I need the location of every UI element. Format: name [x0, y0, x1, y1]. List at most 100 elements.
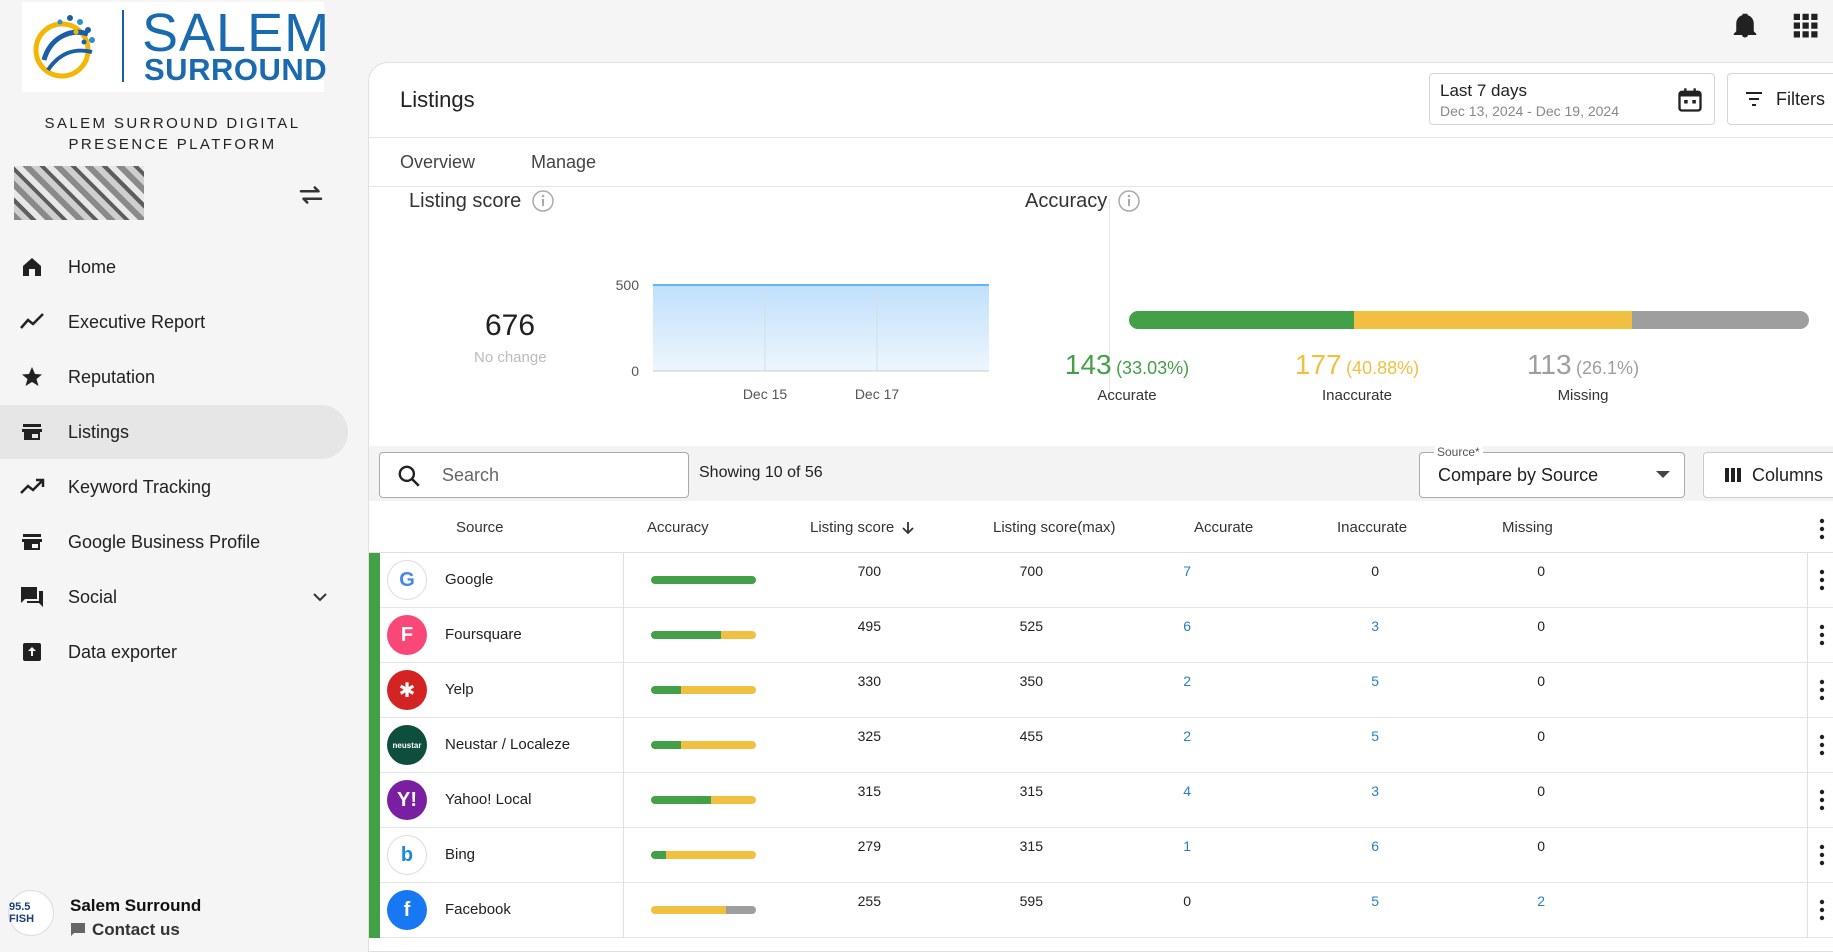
- contact-us-link[interactable]: Contact us: [70, 920, 201, 940]
- row-status-bar: [369, 608, 380, 663]
- listing-score-cell: 255: [857, 893, 881, 909]
- table-row[interactable]: Y! Yahoo! Local 315 315 4 3 0: [369, 773, 1833, 828]
- inaccurate-cell[interactable]: 5: [1329, 673, 1379, 689]
- table-row[interactable]: F Foursquare 495 525 6 3 0: [369, 608, 1833, 663]
- chart-area: [653, 285, 989, 371]
- source-name[interactable]: Yelp: [445, 681, 474, 698]
- column-header-accurate[interactable]: Accurate: [1194, 519, 1253, 536]
- source-name[interactable]: Foursquare: [445, 626, 522, 643]
- accuracy-missing-segment: [725, 906, 756, 914]
- star-icon: [18, 363, 46, 391]
- source-select[interactable]: Source* Compare by Source: [1419, 445, 1685, 498]
- inaccurate-cell[interactable]: 5: [1329, 893, 1379, 909]
- notification-bell-icon[interactable]: [1730, 10, 1760, 40]
- accuracy-stat-accurate: 143 (33.03%) Accurate: [1007, 349, 1247, 404]
- table-row[interactable]: f Facebook 255 595 0 5 2: [369, 883, 1833, 938]
- search-input[interactable]: [442, 465, 672, 486]
- source-name[interactable]: Google: [445, 571, 493, 588]
- column-header-missing[interactable]: Missing: [1502, 519, 1553, 536]
- table-row[interactable]: neustar Neustar / Localeze 325 455 2 5 0: [369, 718, 1833, 773]
- inaccurate-cell[interactable]: 5: [1329, 728, 1379, 744]
- showing-count: Showing 10 of 56: [699, 464, 823, 481]
- sidebar-item-reputation[interactable]: Reputation: [0, 350, 348, 404]
- filters-button[interactable]: Filters: [1727, 73, 1833, 125]
- accuracy-segment-inaccurate: [1353, 311, 1632, 329]
- sidebar-item-label: Social: [68, 586, 118, 607]
- row-more-icon[interactable]: [1819, 624, 1825, 646]
- accurate-cell[interactable]: 2: [1141, 728, 1191, 744]
- row-more-icon[interactable]: [1819, 789, 1825, 811]
- more-vert-icon[interactable]: [1819, 518, 1825, 540]
- table-row[interactable]: G Google 700 700 7 0 0: [369, 553, 1833, 608]
- sidebar-item-label: Home: [68, 256, 117, 277]
- missing-cell: 0: [1537, 728, 1545, 744]
- accurate-cell[interactable]: 7: [1141, 563, 1191, 579]
- missing-cell: 0: [1537, 838, 1545, 854]
- row-more-icon[interactable]: [1819, 844, 1825, 866]
- info-icon[interactable]: [1117, 189, 1141, 213]
- row-more-icon[interactable]: [1819, 679, 1825, 701]
- sidebar-item-listings[interactable]: Listings: [0, 405, 348, 459]
- source-logo-icon: Y!: [387, 780, 427, 820]
- accurate-cell: 0: [1183, 893, 1191, 909]
- chevron-down-icon[interactable]: [310, 587, 330, 607]
- globe-logo-icon: [33, 15, 95, 79]
- filters-label: Filters: [1776, 88, 1825, 109]
- accuracy-segment-missing: [1631, 311, 1809, 329]
- inaccurate-cell[interactable]: 3: [1329, 618, 1379, 634]
- row-more-icon[interactable]: [1819, 899, 1825, 921]
- accuracy-title: Accuracy: [1025, 189, 1141, 213]
- brand-logo[interactable]: SALEM SURROUND: [22, 2, 329, 92]
- calendar-icon: [1678, 88, 1702, 112]
- source-name[interactable]: Bing: [445, 846, 475, 863]
- inaccurate-count: 177: [1294, 349, 1342, 380]
- row-status-bar: [369, 828, 380, 883]
- sidebar-item-home[interactable]: Home: [0, 240, 348, 294]
- station-logo: 95.5 FISH: [8, 890, 54, 936]
- accurate-cell[interactable]: 2: [1141, 673, 1191, 689]
- sidebar-item-google-business-profile[interactable]: Google Business Profile: [0, 515, 348, 569]
- column-header-source[interactable]: Source: [456, 519, 504, 536]
- sidebar-item-data-exporter[interactable]: Data exporter: [0, 625, 348, 679]
- info-icon[interactable]: [531, 189, 555, 213]
- tab-overview[interactable]: Overview: [400, 152, 475, 173]
- inaccurate-cell[interactable]: 3: [1329, 783, 1379, 799]
- column-header-accuracy[interactable]: Accuracy: [647, 519, 709, 536]
- accurate-cell[interactable]: 1: [1141, 838, 1191, 854]
- sidebar-item-keyword-tracking[interactable]: Keyword Tracking: [0, 460, 348, 514]
- column-divider: [623, 553, 624, 608]
- date-range-value: Dec 13, 2024 - Dec 19, 2024: [1440, 103, 1620, 119]
- source-logo-icon: neustar: [387, 725, 427, 765]
- date-range-picker[interactable]: Last 7 days Dec 13, 2024 - Dec 19, 2024: [1429, 73, 1715, 125]
- inaccurate-label: Inaccurate: [1321, 387, 1393, 404]
- column-divider: [1807, 828, 1808, 883]
- columns-button[interactable]: Columns: [1703, 452, 1833, 498]
- search-box[interactable]: [379, 452, 689, 498]
- column-header-listing-score-max[interactable]: Listing score(max): [993, 519, 1116, 536]
- listing-score-cell: 330: [857, 673, 881, 689]
- column-divider: [1807, 663, 1808, 718]
- source-name[interactable]: Yahoo! Local: [445, 791, 531, 808]
- sidebar-item-social[interactable]: Social: [0, 570, 348, 624]
- swap-account-icon[interactable]: [296, 180, 326, 210]
- source-name[interactable]: Neustar / Localeze: [445, 736, 570, 753]
- sidebar-item-executive-report[interactable]: Executive Report: [0, 295, 348, 349]
- apps-grid-icon[interactable]: [1790, 10, 1820, 40]
- listing-score-cell: 315: [857, 783, 881, 799]
- tab-manage[interactable]: Manage: [531, 152, 596, 173]
- column-divider: [623, 608, 624, 663]
- trend-icon: [18, 308, 46, 336]
- table-row[interactable]: ✱ Yelp 330 350 2 5 0: [369, 663, 1833, 718]
- source-name[interactable]: Facebook: [445, 901, 511, 918]
- row-more-icon[interactable]: [1819, 569, 1825, 591]
- inaccurate-cell[interactable]: 6: [1329, 838, 1379, 854]
- accuracy-inaccurate-segment: [666, 851, 756, 859]
- column-header-listing-score[interactable]: Listing score: [810, 519, 916, 536]
- column-header-inaccurate[interactable]: Inaccurate: [1337, 519, 1407, 536]
- accurate-cell[interactable]: 6: [1141, 618, 1191, 634]
- contact-us-label: Contact us: [92, 920, 180, 939]
- missing-cell[interactable]: 2: [1495, 893, 1545, 909]
- table-row[interactable]: b Bing 279 315 1 6 0: [369, 828, 1833, 883]
- accurate-cell[interactable]: 4: [1141, 783, 1191, 799]
- row-more-icon[interactable]: [1819, 734, 1825, 756]
